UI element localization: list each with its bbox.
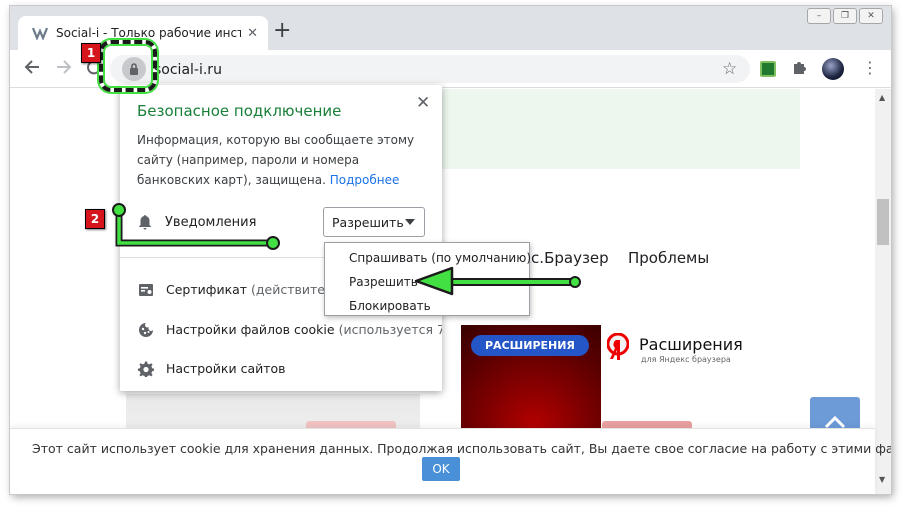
page-scrollbar[interactable]: ▲ ▼ — [875, 89, 891, 494]
banner-subtitle: для Яндекс браузера — [641, 355, 731, 364]
chevron-down-icon — [405, 219, 415, 225]
site-settings-label: Настройки сайтов — [166, 361, 286, 376]
cookie-notice: Этот сайт использует cookie для хранения… — [10, 428, 891, 494]
extensions-puzzle-icon[interactable] — [791, 59, 807, 79]
profile-avatar[interactable] — [822, 58, 844, 80]
popup-close-icon[interactable]: ✕ — [416, 93, 430, 113]
permission-row-notifications: Уведомления Разрешить — [120, 200, 442, 246]
more-info-link[interactable]: Подробнее — [330, 173, 400, 187]
dropdown-option-block[interactable]: Блокировать — [325, 294, 529, 318]
tab-close-icon[interactable]: ✕ — [247, 26, 258, 41]
banner-title: Расширения — [639, 335, 743, 354]
url-text[interactable]: social-i.ru — [154, 62, 222, 78]
extension-icon[interactable] — [760, 61, 776, 77]
popup-description: Информация, которую вы сообщаете этому с… — [137, 130, 427, 190]
scroll-down-icon[interactable]: ▼ — [879, 475, 885, 484]
scroll-up-icon[interactable]: ▲ — [879, 93, 885, 102]
yandex-logo-icon — [607, 333, 629, 360]
close-window-button[interactable]: ✕ — [859, 8, 883, 24]
popup-title: Безопасное подключение — [137, 102, 342, 120]
step-badge-1: 1 — [81, 43, 101, 63]
gear-icon — [138, 361, 154, 377]
bell-icon — [139, 215, 151, 230]
dropdown-option-allow[interactable]: Разрешить — [325, 270, 529, 294]
cookie-icon — [139, 323, 153, 337]
new-tab-button[interactable]: + — [273, 20, 291, 42]
maximize-button[interactable]: ❐ — [833, 8, 857, 24]
menu-kebab-icon[interactable]: ⋮ — [862, 59, 878, 77]
scroll-thumb[interactable] — [877, 199, 889, 245]
dropdown-option-ask[interactable]: Спрашивать (по умолчанию) — [325, 246, 531, 270]
site-info-popup: Безопасное подключение ✕ Информация, кот… — [120, 85, 442, 391]
certificate-label: Сертификат — [166, 282, 248, 297]
window-controls: – ❐ ✕ — [807, 8, 883, 24]
nav-link-problems[interactable]: Проблемы — [628, 249, 709, 267]
minimize-button[interactable]: – — [807, 8, 831, 24]
cookie-notice-text: Этот сайт использует cookie для хранения… — [32, 441, 891, 456]
back-arrow-icon[interactable] — [24, 59, 40, 79]
bookmark-star-icon[interactable]: ☆ — [722, 59, 737, 79]
site-favicon-icon — [32, 25, 48, 41]
tab-title: Social-i - Только рабочие инстр — [56, 26, 242, 40]
cookie-ok-button[interactable]: OK — [422, 457, 460, 481]
certificate-icon — [139, 284, 153, 296]
site-settings-item[interactable]: Настройки сайтов — [120, 350, 442, 388]
lock-highlight-annotation — [99, 40, 157, 92]
nav-link-browser[interactable]: кс.Браузер — [522, 249, 609, 267]
forward-arrow-icon[interactable] — [56, 59, 72, 79]
permission-label: Уведомления — [165, 215, 257, 230]
page-header-area — [440, 89, 800, 169]
banner-pill: РАСШИРЕНИЯ — [471, 335, 589, 356]
cookie-settings-label: Настройки файлов cookie — [166, 322, 335, 337]
cookie-settings-hint: (используется 74 фа — [338, 322, 442, 337]
notifications-select[interactable]: Разрешить — [323, 207, 425, 237]
notifications-select-value: Разрешить — [332, 215, 404, 230]
notifications-dropdown: Спрашивать (по умолчанию) Разрешить Блок… — [324, 242, 531, 318]
step-badge-2: 2 — [85, 209, 105, 229]
